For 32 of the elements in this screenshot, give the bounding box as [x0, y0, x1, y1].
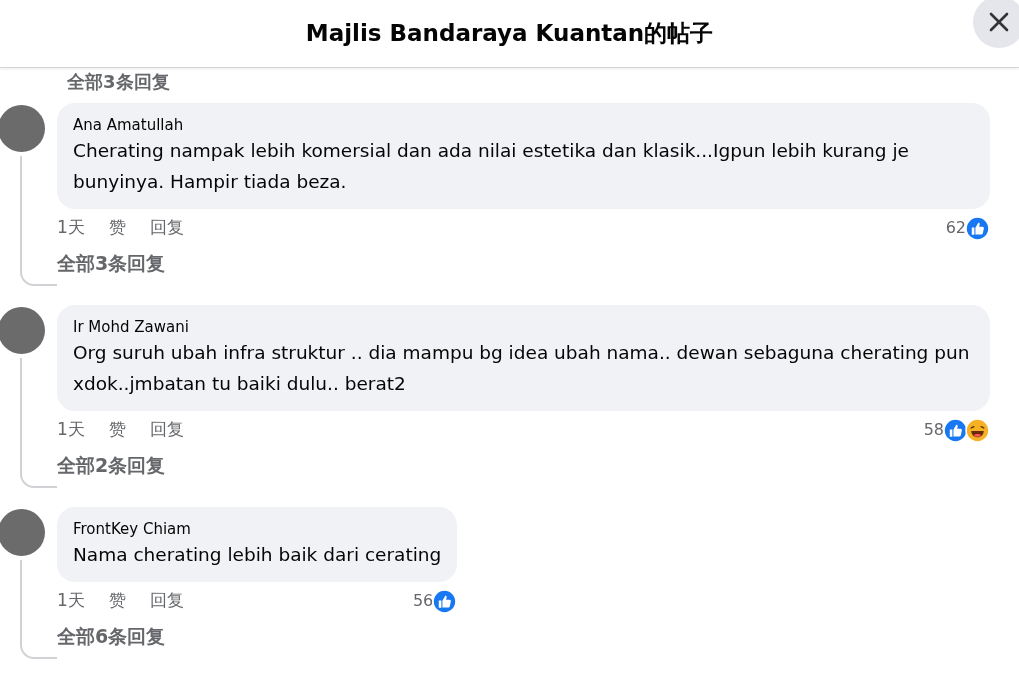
avatar-photo[interactable]	[0, 307, 45, 354]
close-icon	[988, 11, 1010, 33]
reply-link[interactable]: 回复	[149, 417, 184, 443]
author-name[interactable]: FrontKey Chiam	[73, 519, 442, 539]
comment-text: Org suruh ubah infra struktur .. dia mampu bg idea ubah nama.. dewan sebaguna cherating pun xdok..jmbatan tu baiki dulu.. berat2	[73, 341, 971, 396]
author-name[interactable]: Ir Mohd Zawani	[73, 317, 974, 337]
reply-link[interactable]: 回复	[149, 588, 184, 614]
view-replies-link[interactable]: 全部2条回复	[57, 451, 166, 479]
reaction-count[interactable]: 56	[412, 589, 434, 613]
timestamp: 1天	[57, 216, 85, 240]
comment-text: Cherating nampak lebih komersial dan ada nilai estetika dan klasik...Igpun lebih kurang je bunyinya. Hampir tiada beza.	[73, 139, 910, 194]
author-name[interactable]: Ana Amatullah	[73, 115, 974, 135]
like-link[interactable]: 赞	[108, 215, 126, 241]
post-title: Majlis Bandaraya Kuantan的帖子	[305, 19, 714, 49]
view-replies-link[interactable]: 全部3条回复	[57, 249, 166, 277]
close-button[interactable]	[973, 0, 1019, 48]
avatar-photo[interactable]	[0, 105, 45, 152]
thumbs-up-icon	[943, 417, 968, 443]
laughing-face-icon	[965, 417, 990, 443]
like-link[interactable]: 赞	[108, 588, 126, 614]
view-replies-link[interactable]: 全部3条回复	[0, 70, 176, 94]
comment-text: Nama cherating lebih baik dari cerating	[73, 543, 442, 567]
avatar-photo[interactable]	[0, 509, 45, 556]
reply-link[interactable]: 回复	[149, 215, 184, 241]
thumbs-up-icon	[432, 588, 458, 614]
like-link[interactable]: 赞	[108, 417, 126, 443]
reaction-count[interactable]: 62	[945, 216, 966, 240]
view-replies-link[interactable]: 全部6条回复	[57, 622, 166, 650]
reaction-count[interactable]: 58	[923, 418, 944, 442]
timestamp: 1天	[57, 418, 85, 442]
thumbs-up-icon	[965, 215, 990, 241]
timestamp: 1天	[57, 589, 85, 613]
